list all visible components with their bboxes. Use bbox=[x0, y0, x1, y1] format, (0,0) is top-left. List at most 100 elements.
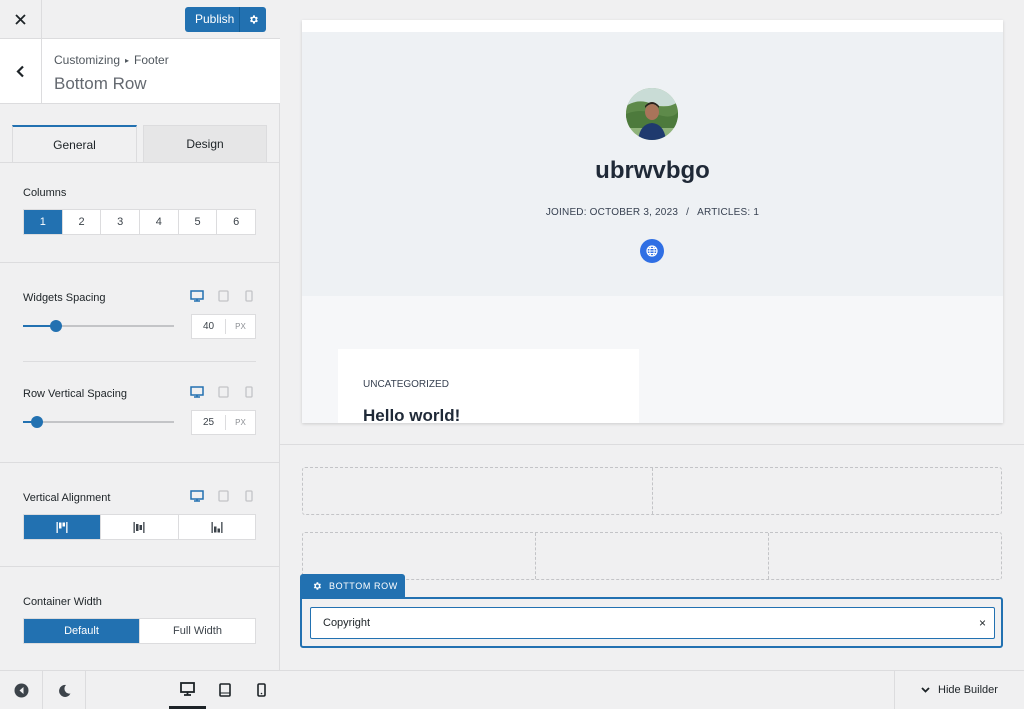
collapse-sidebar-button[interactable] bbox=[0, 671, 43, 709]
article-count: ARTICLES: 1 bbox=[697, 207, 760, 218]
tablet-icon bbox=[217, 290, 229, 302]
widgets-spacing-value: 40 bbox=[202, 321, 215, 332]
section-divider bbox=[0, 262, 280, 263]
preview-header-strip bbox=[302, 20, 1003, 32]
mobile-device-button[interactable] bbox=[242, 490, 256, 502]
mobile-icon bbox=[245, 386, 253, 398]
align-bottom-button[interactable] bbox=[179, 515, 255, 539]
preview-desktop-button[interactable] bbox=[169, 671, 206, 709]
middle-row-column[interactable] bbox=[769, 533, 1001, 579]
mobile-device-button[interactable] bbox=[242, 290, 256, 302]
back-button[interactable] bbox=[0, 39, 42, 103]
settings-tabs: General Design bbox=[12, 125, 267, 163]
top-row-dropzone[interactable] bbox=[302, 467, 1002, 515]
columns-option-6[interactable]: 6 bbox=[217, 210, 255, 234]
copyright-element[interactable]: Copyright × bbox=[310, 607, 995, 639]
align-middle-button[interactable] bbox=[101, 515, 179, 539]
row-vertical-spacing-slider[interactable] bbox=[23, 416, 174, 428]
widgets-spacing-label: Widgets Spacing bbox=[23, 292, 106, 304]
publish-button[interactable]: Publish bbox=[185, 7, 239, 32]
tablet-device-button[interactable] bbox=[216, 490, 230, 502]
top-row-column[interactable] bbox=[653, 468, 1002, 514]
middle-row-column[interactable] bbox=[536, 533, 769, 579]
align-middle-icon bbox=[133, 521, 145, 533]
close-customizer-button[interactable] bbox=[0, 0, 42, 39]
desktop-device-button[interactable] bbox=[190, 386, 204, 398]
mobile-icon bbox=[245, 290, 253, 302]
slider-thumb[interactable] bbox=[31, 416, 43, 428]
vertical-alignment-label: Vertical Alignment bbox=[23, 492, 111, 504]
container-default-button[interactable]: Default bbox=[24, 619, 140, 643]
vertical-alignment-selector bbox=[23, 514, 256, 540]
customizer-topbar: Publish bbox=[0, 0, 280, 39]
desktop-device-button[interactable] bbox=[190, 490, 204, 502]
desktop-icon bbox=[190, 490, 204, 502]
widgets-spacing-slider[interactable] bbox=[23, 320, 174, 332]
breadcrumb-current: Footer bbox=[134, 53, 169, 67]
columns-option-5[interactable]: 5 bbox=[179, 210, 218, 234]
breadcrumb: Customizing ▸ Footer bbox=[54, 53, 169, 67]
builder-footer-bar: Hide Builder bbox=[280, 670, 1024, 709]
middle-row-dropzone[interactable] bbox=[302, 532, 1002, 580]
meta-separator: / bbox=[686, 207, 690, 218]
tab-general[interactable]: General bbox=[12, 125, 137, 163]
tablet-icon bbox=[217, 490, 229, 502]
tablet-icon bbox=[217, 386, 229, 398]
mobile-device-button[interactable] bbox=[242, 386, 256, 398]
tablet-device-button[interactable] bbox=[216, 290, 230, 302]
section-header: Customizing ▸ Footer Bottom Row bbox=[0, 39, 280, 104]
container-full-width-button[interactable]: Full Width bbox=[140, 619, 255, 643]
hide-builder-label: Hide Builder bbox=[938, 684, 998, 696]
desktop-icon bbox=[190, 290, 204, 302]
remove-element-button[interactable]: × bbox=[979, 616, 986, 630]
dark-mode-icon bbox=[58, 684, 70, 697]
publish-group: Publish bbox=[185, 7, 266, 32]
preview-mobile-button[interactable] bbox=[243, 671, 280, 709]
columns-option-3[interactable]: 3 bbox=[101, 210, 141, 234]
columns-selector: 1 2 3 4 5 6 bbox=[23, 209, 256, 235]
columns-option-4[interactable]: 4 bbox=[140, 210, 179, 234]
align-top-button[interactable] bbox=[24, 515, 102, 539]
mobile-icon bbox=[245, 490, 253, 502]
slider-thumb[interactable] bbox=[50, 320, 62, 332]
middle-row-column[interactable] bbox=[303, 533, 536, 579]
customizer-sidebar: Publish Customizing ▸ Footer Bottom Row Ge… bbox=[0, 0, 280, 709]
author-meta: JOINED: OCTOBER 3, 2023 / ARTICLES: 1 bbox=[302, 207, 1003, 218]
row-vertical-spacing-input[interactable]: 25 PX bbox=[191, 410, 256, 435]
tablet-device-button[interactable] bbox=[216, 386, 230, 398]
desktop-device-button[interactable] bbox=[190, 290, 204, 302]
sidebar-footer bbox=[0, 670, 280, 709]
post-category[interactable]: UNCATEGORIZED bbox=[363, 379, 449, 390]
section-title: Bottom Row bbox=[54, 74, 147, 93]
alignment-device-switch bbox=[190, 490, 256, 502]
row-spacing-device-switch bbox=[190, 386, 256, 398]
bottom-row-dropzone[interactable]: Copyright × bbox=[300, 597, 1003, 648]
joined-date: JOINED: OCTOBER 3, 2023 bbox=[545, 207, 679, 218]
widgets-spacing-input[interactable]: 40 PX bbox=[191, 314, 256, 339]
columns-option-1[interactable]: 1 bbox=[24, 210, 63, 234]
website-link-button[interactable] bbox=[640, 239, 664, 263]
chevron-left-icon bbox=[16, 65, 24, 77]
gear-icon bbox=[249, 15, 258, 24]
mobile-icon bbox=[257, 683, 266, 697]
row-vertical-spacing-value: 25 bbox=[202, 417, 215, 428]
top-row-column[interactable] bbox=[303, 468, 653, 514]
publish-settings-button[interactable] bbox=[239, 7, 266, 32]
desktop-icon bbox=[180, 681, 195, 696]
row-vertical-spacing-unit[interactable]: PX bbox=[225, 415, 255, 430]
align-top-icon bbox=[56, 521, 68, 533]
bottom-row-settings-tab[interactable]: BOTTOM ROW bbox=[300, 574, 405, 598]
hide-builder-button[interactable]: Hide Builder bbox=[894, 671, 1024, 709]
inner-divider bbox=[23, 361, 256, 362]
dark-mode-button[interactable] bbox=[43, 671, 86, 709]
row-vertical-spacing-label: Row Vertical Spacing bbox=[23, 388, 127, 400]
preview-tablet-button[interactable] bbox=[206, 671, 243, 709]
widgets-spacing-unit[interactable]: PX bbox=[225, 319, 255, 334]
columns-label: Columns bbox=[23, 187, 67, 199]
post-title[interactable]: Hello world! bbox=[363, 406, 460, 423]
avatar[interactable] bbox=[626, 88, 678, 140]
columns-option-2[interactable]: 2 bbox=[63, 210, 102, 234]
tab-design[interactable]: Design bbox=[143, 125, 267, 163]
section-divider bbox=[0, 462, 280, 463]
tabs-divider bbox=[0, 162, 280, 163]
